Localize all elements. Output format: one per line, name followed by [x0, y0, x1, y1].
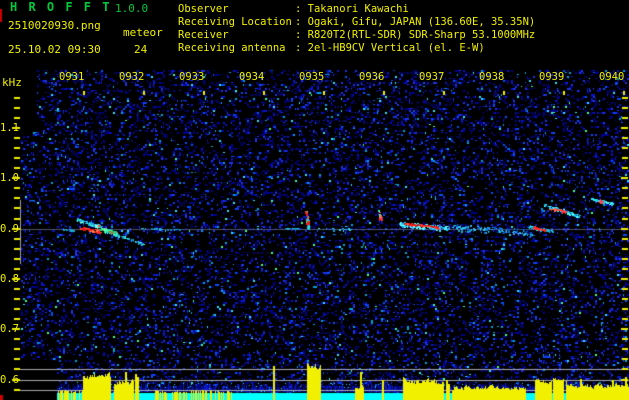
hrofft-screen: H R O F F T 1.0.0 2510020930.png meteor … [0, 0, 629, 400]
info-row-value: : Takanori Kawachi [295, 3, 409, 15]
freq-tick-label: 1.1 [0, 122, 19, 134]
observation-mode: meteor [123, 26, 163, 39]
info-row-value: : Ogaki, Gifu, JAPAN (136.60E, 35.35N) [295, 16, 536, 28]
capture-filename: 2510020930.png [8, 19, 101, 32]
time-tick-label: 0940 [599, 71, 625, 83]
info-row-label: Receiver [178, 29, 229, 41]
app-version: 1.0.0 [115, 2, 149, 15]
info-row-label: Receiving Location [178, 16, 292, 28]
spectrogram-canvas [0, 0, 629, 400]
app-title: H R O F F T [10, 0, 112, 14]
time-tick-label: 0934 [239, 71, 265, 83]
info-row-label: Observer [178, 3, 229, 15]
time-tick-label: 0937 [419, 71, 445, 83]
time-tick-label: 0933 [179, 71, 205, 83]
time-tick-label: 0932 [119, 71, 145, 83]
time-tick-label: 0938 [479, 71, 505, 83]
freq-tick-label: 0.7 [0, 323, 19, 335]
freq-tick-label: 0.8 [0, 273, 19, 285]
time-tick-label: 0936 [359, 71, 385, 83]
info-row-value: : 2el-HB9CV Vertical (el. E-W) [295, 42, 485, 54]
freq-tick-label: 0.9 [0, 223, 19, 235]
freq-tick-label: 1.0 [0, 172, 19, 184]
info-row-label: Receiving antenna [178, 42, 286, 54]
info-row-value: : R820T2(RTL-SDR) SDR-Sharp 53.1000MHz [295, 29, 536, 41]
freq-tick-label: 0.6 [0, 374, 19, 386]
time-tick-label: 0931 [59, 71, 85, 83]
time-tick-label: 0935 [299, 71, 325, 83]
khz-axis-label: kHz [2, 76, 22, 89]
echo-count: 24 [134, 43, 148, 56]
capture-datetime: 25.10.02 09:30 [8, 43, 101, 56]
time-tick-label: 0939 [539, 71, 565, 83]
